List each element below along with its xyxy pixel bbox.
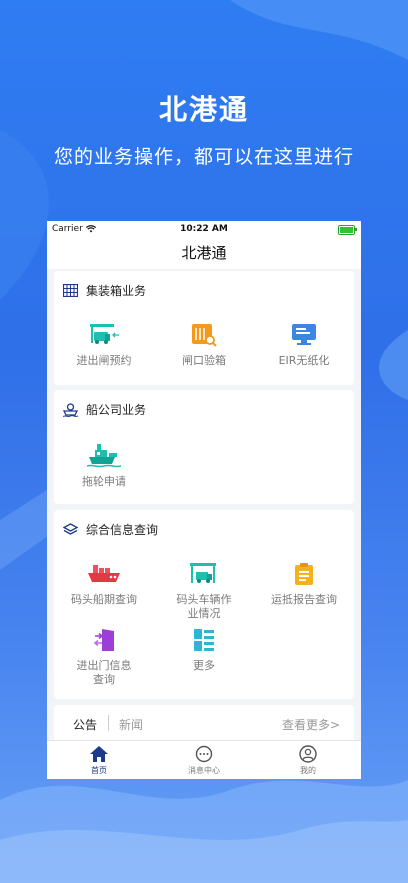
section-info-query: 综合信息查询 码头船期查询 码头车辆作 业情况 运抵报告查询 进出门信息 查询 … — [54, 510, 354, 699]
container-inspect-icon — [192, 324, 217, 347]
ship-company-icon — [63, 402, 78, 417]
eir-paperless-item[interactable]: EIR无纸化 — [254, 323, 354, 368]
item-label: 拖轮申请 — [82, 475, 126, 488]
tugboat-icon — [87, 444, 121, 468]
section-header: 船公司业务 — [63, 401, 146, 418]
tab-label: 我的 — [300, 766, 316, 775]
status-time: 10:22 AM — [180, 224, 228, 234]
item-label-line2: 查询 — [93, 673, 115, 686]
berth-schedule-item[interactable]: 码头船期查询 — [54, 562, 154, 607]
item-label: EIR无纸化 — [278, 354, 330, 367]
tab-profile[interactable]: 我的 — [278, 745, 338, 776]
cargo-ship-icon — [88, 565, 120, 582]
bottom-tab-bar: 首页 消息中心 我的 — [47, 740, 361, 779]
container-icon — [63, 284, 78, 297]
tab-home[interactable]: 首页 — [69, 745, 129, 776]
section-title: 船公司业务 — [86, 403, 147, 417]
item-label-line2: 业情况 — [187, 607, 221, 620]
eir-monitor-icon — [292, 324, 316, 345]
more-grid-icon — [194, 629, 214, 651]
section-header: 集装箱业务 — [63, 282, 146, 299]
clipboard-icon — [295, 563, 313, 585]
main-content: 集装箱业务 进出闸预约 闸口验箱 EIR无纸化 船公司业务 拖轮申请 综合信息查… — [47, 269, 361, 747]
item-label: 码头船期查询 — [71, 593, 137, 606]
section-shipping-company: 船公司业务 拖轮申请 — [54, 390, 354, 504]
more-item[interactable]: 更多 — [154, 628, 254, 673]
door-exchange-icon — [93, 629, 114, 651]
section-container-business: 集装箱业务 进出闸预约 闸口验箱 EIR无纸化 — [54, 271, 354, 385]
item-label: 进出闸预约 — [76, 354, 132, 367]
notice-divider — [108, 715, 109, 731]
tab-announcement[interactable]: 公告 — [73, 716, 97, 733]
layers-icon — [63, 522, 78, 535]
vehicle-operation-item[interactable]: 码头车辆作 业情况 — [154, 562, 254, 621]
tab-messages[interactable]: 消息中心 — [174, 745, 234, 776]
item-label: 运抵报告查询 — [271, 593, 337, 606]
section-header: 综合信息查询 — [63, 521, 158, 538]
gate-inspection-item[interactable]: 闸口验箱 — [154, 323, 254, 368]
tab-label: 首页 — [91, 766, 107, 775]
user-icon — [299, 745, 317, 763]
status-bar: Carrier 10:22 AM — [47, 221, 361, 238]
item-label-line1: 码头车辆作 — [176, 593, 232, 606]
hero-subtitle: 您的业务操作，都可以在这里进行 — [53, 146, 354, 168]
gate-appointment-item[interactable]: 进出闸预约 — [54, 323, 154, 368]
item-label-line1: 进出门信息 — [76, 659, 132, 672]
item-label: 闸口验箱 — [182, 354, 226, 367]
battery-icon — [338, 225, 357, 235]
truck-crane-icon — [190, 563, 216, 583]
home-icon — [90, 746, 108, 762]
hero-title: 北港通 — [158, 93, 249, 126]
arrival-report-item[interactable]: 运抵报告查询 — [254, 562, 354, 607]
section-title: 集装箱业务 — [86, 284, 147, 298]
view-more-link[interactable]: 查看更多> — [282, 716, 340, 733]
section-title: 综合信息查询 — [86, 523, 159, 537]
gate-in-out-info-item[interactable]: 进出门信息 查询 — [54, 628, 154, 687]
item-label: 更多 — [193, 659, 215, 672]
app-title: 北港通 — [47, 238, 361, 269]
truck-gate-icon — [90, 324, 119, 344]
tugboat-application-item[interactable]: 拖轮申请 — [54, 442, 154, 489]
message-icon — [195, 745, 213, 763]
tab-news[interactable]: 新闻 — [119, 716, 143, 733]
phone-screen: Carrier 10:22 AM 北港通 集装箱业务 进出闸预约 闸口验箱 EI… — [47, 221, 361, 779]
tab-label: 消息中心 — [188, 766, 220, 775]
